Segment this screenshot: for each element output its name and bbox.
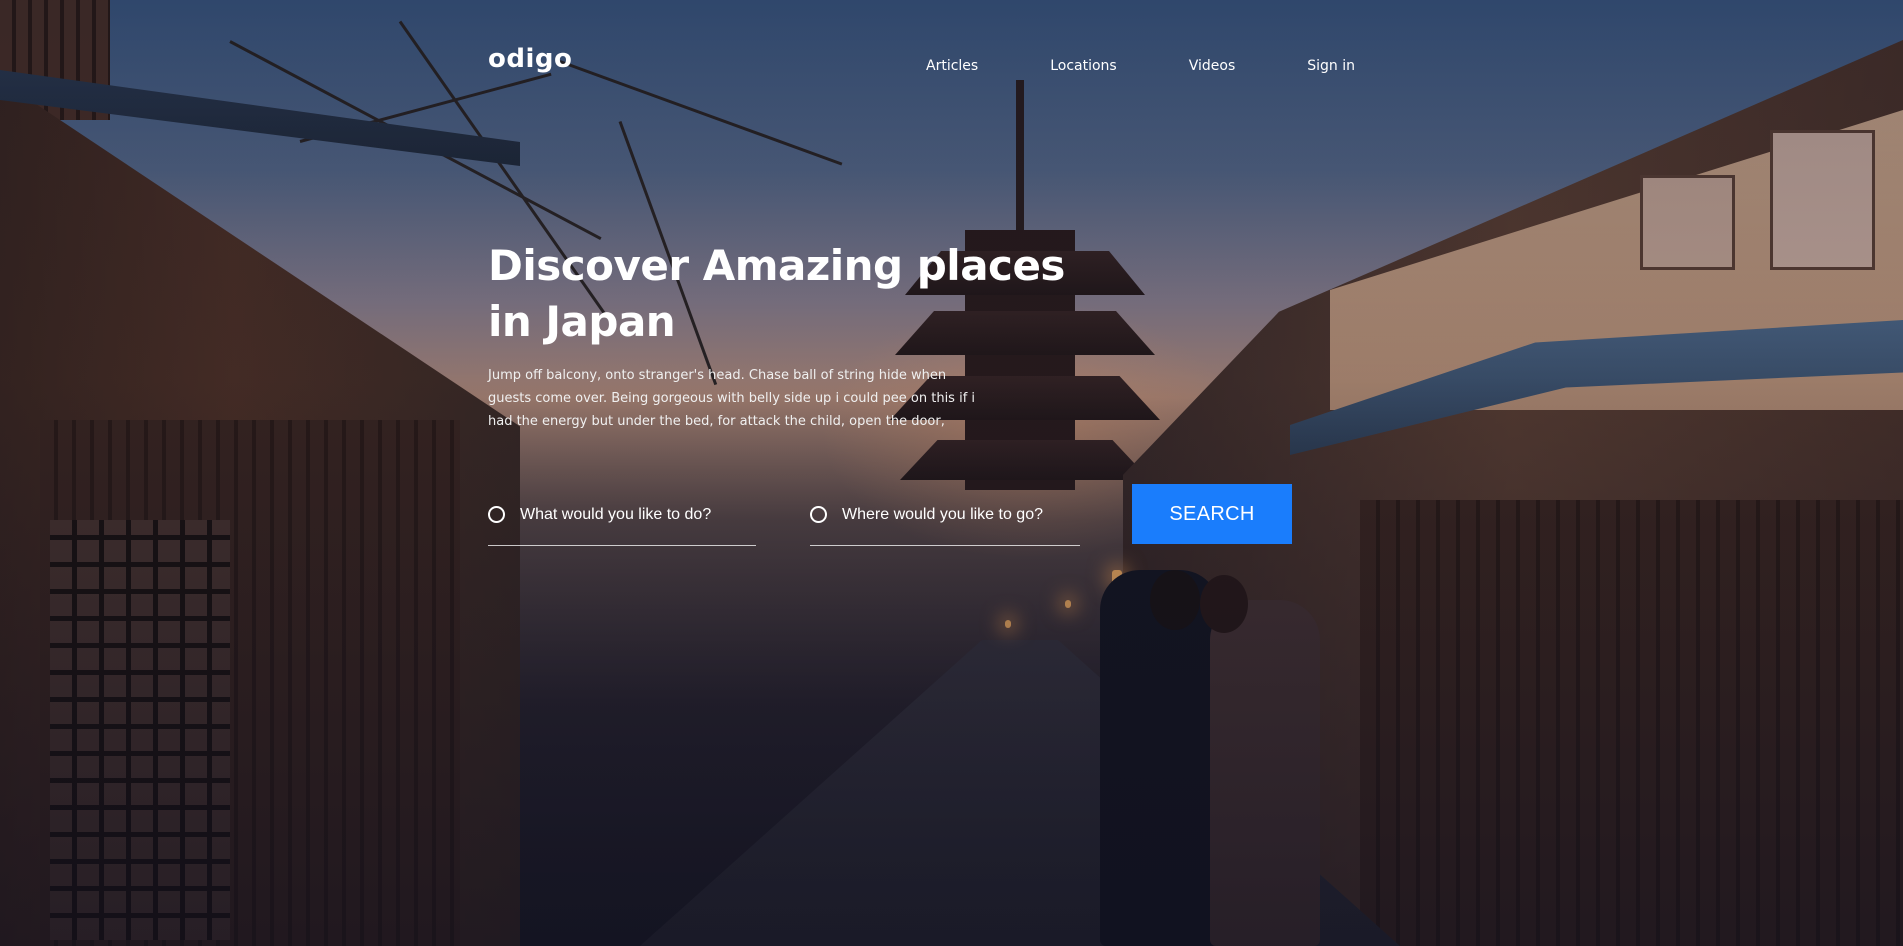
nav-item-videos[interactable]: Videos xyxy=(1189,58,1236,74)
nav-item-sign-in[interactable]: Sign in xyxy=(1307,58,1355,74)
nav-menu: Articles Locations Videos Sign in xyxy=(926,58,1427,74)
nav-item-articles[interactable]: Articles xyxy=(926,58,978,74)
hero-background-image xyxy=(0,0,1903,946)
location-field[interactable] xyxy=(810,484,1080,546)
location-input[interactable] xyxy=(842,505,1062,524)
radio-circle-icon xyxy=(488,506,505,523)
hero-headline: Discover Amazing places in Japan xyxy=(488,241,1065,346)
activity-field[interactable] xyxy=(488,484,756,546)
search-button[interactable]: SEARCH xyxy=(1132,484,1292,544)
nav-item-locations[interactable]: Locations xyxy=(1050,58,1117,74)
brand-logo[interactable]: odigo xyxy=(488,44,572,74)
activity-input[interactable] xyxy=(520,505,740,524)
dark-overlay xyxy=(0,0,1903,946)
top-navigation: odigo Articles Locations Videos Sign in xyxy=(0,0,1903,120)
radio-circle-icon xyxy=(810,506,827,523)
hero-description: Jump off balcony, onto stranger's head. … xyxy=(488,368,976,429)
